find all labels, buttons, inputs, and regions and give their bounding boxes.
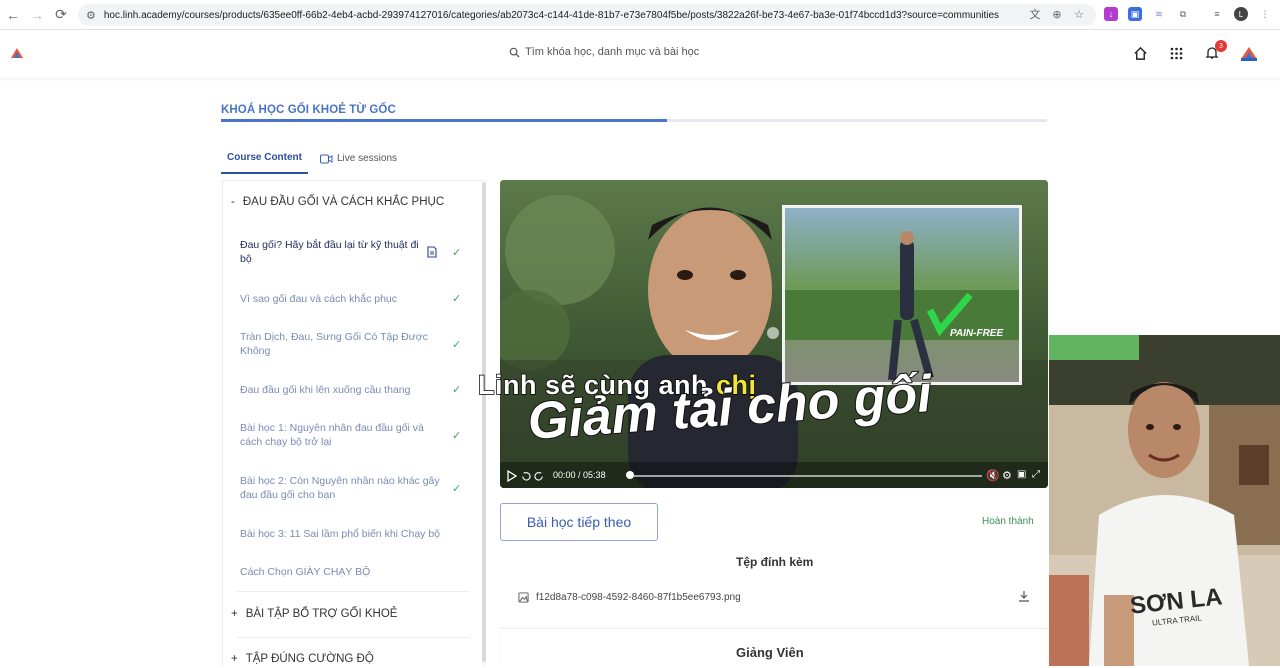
completed-check-icon: ✓ [452, 339, 462, 351]
apps-grid-icon[interactable] [1168, 45, 1184, 61]
completed-check-icon: ✓ [452, 483, 462, 495]
instructor-title: Giảng Viên [736, 645, 804, 660]
bookmark-star-icon[interactable]: ☆ [1072, 7, 1086, 21]
tab-label: Live sessions [337, 153, 398, 164]
fullscreen-icon[interactable]: ⤢ [1032, 469, 1040, 480]
section-divider [237, 637, 469, 638]
expand-toggle[interactable]: + [231, 653, 238, 665]
lesson-item[interactable]: Bài học 3: 11 Sai lầm phổ biến khi Chạy … [240, 527, 470, 541]
notification-badge: 3 [1215, 40, 1227, 52]
search-icon [509, 47, 520, 58]
translate-icon[interactable]: 文 [1028, 7, 1042, 21]
back-icon[interactable]: ← [2, 4, 24, 26]
course-title: KHOÁ HỌC GỐI KHOẺ TỪ GỐC [221, 104, 396, 116]
picture-in-picture-icon[interactable]: ▣ [1017, 469, 1026, 480]
completion-status: Hoàn thành [982, 516, 1034, 527]
forward-icon[interactable]: → [26, 4, 48, 26]
home-icon[interactable] [1132, 45, 1148, 61]
reading-list-icon[interactable]: ≡ [1210, 7, 1224, 21]
seek-handle[interactable] [626, 471, 634, 479]
forward-10-icon[interactable] [534, 471, 545, 482]
tab-live-sessions[interactable]: Live sessions [314, 146, 403, 174]
completed-check-icon: ✓ [452, 293, 462, 305]
pain-free-badge: PAIN-FREE [950, 328, 1004, 339]
video-seek-bar[interactable] [630, 475, 982, 477]
search-bar[interactable]: Tìm khóa học, danh mục và bài học [509, 46, 699, 58]
menu-kebab-icon[interactable]: ⋮ [1258, 7, 1272, 21]
attachment-row[interactable]: f12d8a78-c098-4592-8460-87f1b5ee6793.png [518, 590, 1032, 604]
attachment-filename[interactable]: f12d8a78-c098-4592-8460-87f1b5ee6793.png [536, 592, 741, 603]
address-bar[interactable]: ⚙ hoc.linh.academy/courses/products/635e… [78, 4, 1096, 26]
lesson-item[interactable]: Cách Chọn GIÀY CHẠY BỘ [240, 565, 470, 579]
search-placeholder[interactable]: Tìm khóa học, danh mục và bài học [525, 46, 699, 58]
rewind-icon[interactable] [520, 471, 531, 482]
document-icon[interactable] [426, 246, 438, 258]
tab-course-content[interactable]: Course Content [221, 146, 308, 174]
sidebar-scrollbar[interactable] [482, 182, 486, 662]
course-sidebar: - ĐAU ĐẦU GỐI VÀ CÁCH KHẮC PHỤC Đau gối?… [222, 180, 484, 666]
zoom-icon[interactable]: ⊕ [1050, 7, 1064, 21]
notification-bell-icon[interactable]: 3 [1204, 40, 1227, 61]
address-url[interactable]: hoc.linh.academy/courses/products/635ee0… [104, 10, 1024, 21]
extensions-bar: ↓ ▣ ≋ ⧉ ≡ L ⋮ [1104, 7, 1272, 21]
section-title: TẬP ĐÚNG CƯỜNG ĐỘ [245, 653, 374, 665]
expand-toggle[interactable]: + [231, 608, 238, 620]
profile-avatar[interactable]: L [1234, 7, 1248, 21]
tab-label: Course Content [227, 152, 302, 163]
completed-check-icon: ✓ [452, 247, 462, 259]
app-header: Tìm khóa học, danh mục và bài học 3 [0, 30, 1280, 78]
extensions-puzzle-icon[interactable]: ⧉ [1176, 7, 1190, 21]
mute-icon[interactable]: 🔇 [986, 469, 1000, 482]
play-icon[interactable] [506, 470, 518, 482]
completed-check-icon: ✓ [452, 430, 462, 442]
attachments-title: Tệp đính kèm [736, 555, 814, 569]
completed-check-icon: ✓ [452, 384, 462, 396]
linh-academy-logo-icon[interactable] [10, 46, 24, 60]
section-title: ĐAU ĐẦU GỐI VÀ CÁCH KHẮC PHỤC [242, 196, 445, 208]
image-file-icon [518, 591, 529, 603]
section-header[interactable]: + TẬP ĐÚNG CƯỜNG ĐỘ [231, 653, 374, 665]
download-icon[interactable] [1018, 590, 1030, 602]
content-tabs: Course Content Live sessions [221, 146, 403, 174]
lesson-item[interactable]: Tràn Dịch, Đau, Sưng Gối Có Tập Được Khô… [240, 330, 440, 358]
section-divider [237, 591, 469, 592]
course-progress-fill [221, 119, 668, 122]
section-header[interactable]: - ĐAU ĐẦU GỐI VÀ CÁCH KHẮC PHỤC [231, 196, 444, 208]
site-info-icon[interactable]: ⚙ [86, 9, 96, 22]
user-avatar[interactable] [1240, 44, 1258, 62]
settings-gear-icon[interactable]: ⚙ [1002, 469, 1012, 482]
course-progress-bar [221, 119, 1047, 122]
collapse-toggle[interactable]: - [231, 196, 235, 208]
download-extension-icon[interactable]: ↓ [1104, 7, 1118, 21]
lesson-item[interactable]: Bài học 2: Còn Nguyên nhân nào khác gây … [240, 474, 450, 502]
extension-cast-icon[interactable]: ≋ [1152, 7, 1166, 21]
section-title: BÀI TẬP BỔ TRỢ GỐI KHOẺ [245, 608, 398, 620]
lesson-item-active[interactable]: Đau gối? Hãy bắt đầu lại từ kỹ thuật đi … [240, 238, 430, 266]
extension-blue-icon[interactable]: ▣ [1128, 7, 1142, 21]
lesson-item[interactable]: Đau đầu gối khi lên xuống cầu thang [240, 383, 470, 397]
video-time: 00:00 / 05:38 [553, 470, 606, 480]
video-controls: 00:00 / 05:38 🔇 ⚙ ▣ ⤢ [500, 466, 1048, 486]
video-camera-icon [320, 154, 333, 163]
lesson-item[interactable]: Bài học 1: Nguyên nhân đau đầu gối và cá… [240, 421, 440, 449]
lesson-item[interactable]: Vì sao gối đau và cách khắc phục [240, 292, 470, 306]
next-lesson-button[interactable]: Bài học tiếp theo [500, 503, 658, 541]
section-header[interactable]: + BÀI TẬP BỔ TRỢ GỐI KHOẺ [231, 608, 397, 620]
reload-icon[interactable]: ⟳ [50, 4, 72, 26]
